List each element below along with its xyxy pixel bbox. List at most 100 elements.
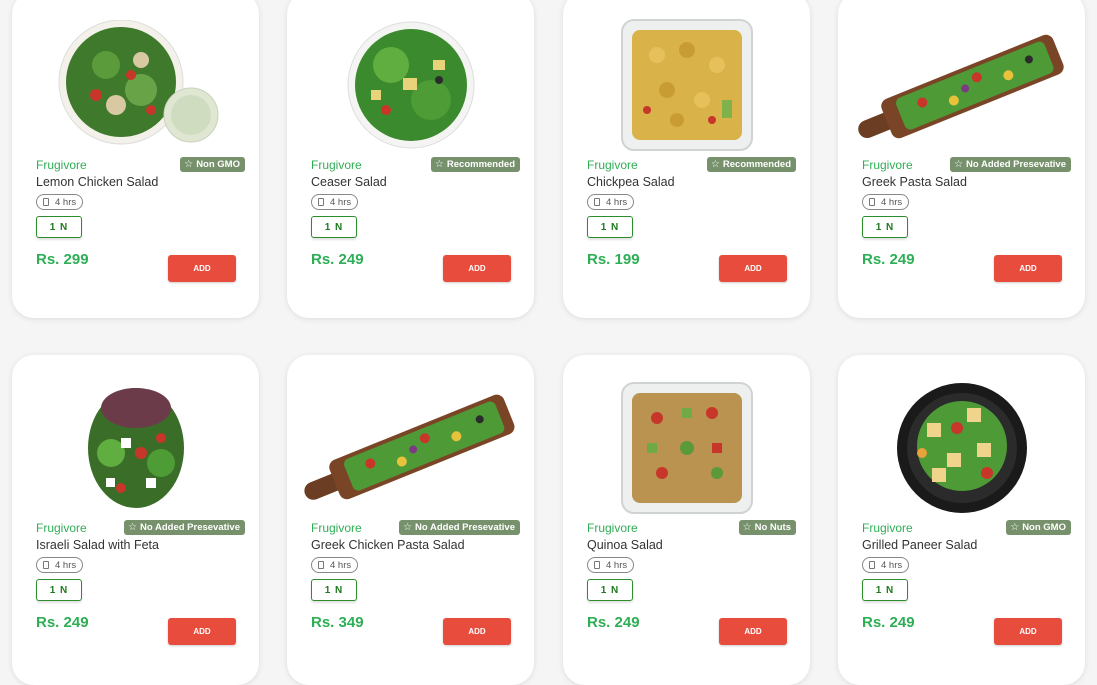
product-image[interactable] — [287, 12, 534, 157]
product-image[interactable] — [563, 12, 810, 157]
product-image[interactable] — [287, 383, 534, 528]
add-button[interactable]: ADD — [168, 618, 236, 645]
product-price: Rs. 299 — [36, 251, 89, 268]
delivery-time: 4 hrs — [587, 557, 635, 573]
badge-star-icon: ☆ — [434, 158, 444, 170]
product-card[interactable]: Frugivore ☆ No Added Presevative Greek Ch… — [287, 355, 534, 685]
product-badge: ☆ Recommended — [430, 157, 520, 172]
product-image[interactable] — [838, 375, 1085, 520]
delivery-time-label: 4 hrs — [55, 559, 77, 571]
badge-star-icon: ☆ — [403, 521, 413, 533]
product-name[interactable]: Greek Pasta Salad — [862, 175, 967, 189]
add-button[interactable]: ADD — [443, 255, 511, 282]
product-badge: ☆ Recommended — [706, 157, 796, 172]
delivery-time-label: 4 hrs — [55, 196, 77, 208]
product-name[interactable]: Ceaser Salad — [311, 175, 387, 189]
badge-star-icon: ☆ — [954, 158, 964, 170]
delivery-time: 4 hrs — [311, 194, 359, 210]
product-price: Rs. 249 — [311, 251, 364, 268]
delivery-time: 4 hrs — [311, 557, 359, 573]
product-image[interactable] — [563, 375, 810, 520]
delivery-time-label: 4 hrs — [881, 196, 903, 208]
badge-star-icon: ☆ — [710, 158, 720, 170]
product-card[interactable]: Frugivore ☆ Recommended Chickpea Salad 4 … — [563, 0, 810, 318]
product-badge: ☆ Non GMO — [1006, 520, 1071, 535]
badge-star-icon: ☆ — [1010, 521, 1020, 533]
brand-label: Frugivore — [36, 521, 87, 535]
brand-label: Frugivore — [311, 521, 362, 535]
product-badge: ☆ No Added Presevative — [399, 520, 520, 535]
product-name[interactable]: Grilled Paneer Salad — [862, 538, 977, 552]
product-card[interactable]: Frugivore ☆ No Added Presevative Israeli … — [12, 355, 259, 685]
badge-star-icon: ☆ — [742, 521, 752, 533]
product-card[interactable]: Frugivore ☆ Recommended Ceaser Salad 4 hr… — [287, 0, 534, 318]
product-image[interactable] — [838, 22, 1085, 167]
product-name[interactable]: Chickpea Salad — [587, 175, 675, 189]
quantity-select[interactable]: 1 N — [311, 579, 357, 601]
product-card[interactable]: Frugivore ☆ Non GMO Grilled Paneer Salad … — [838, 355, 1085, 685]
product-card[interactable]: Frugivore ☆ No Nuts Quinoa Salad 4 hrs 1 … — [563, 355, 810, 685]
product-image[interactable] — [12, 12, 259, 157]
add-button[interactable]: ADD — [719, 618, 787, 645]
badge-label: No Nuts — [754, 522, 791, 533]
brand-label: Frugivore — [36, 158, 87, 172]
clock-icon — [43, 198, 49, 206]
delivery-time-label: 4 hrs — [606, 559, 628, 571]
delivery-time-label: 4 hrs — [881, 559, 903, 571]
clock-icon — [318, 198, 324, 206]
delivery-time: 4 hrs — [36, 557, 84, 573]
badge-star-icon: ☆ — [184, 158, 194, 170]
add-button[interactable]: ADD — [443, 618, 511, 645]
clock-icon — [594, 198, 600, 206]
clock-icon — [869, 561, 875, 569]
product-price: Rs. 249 — [862, 614, 915, 631]
product-price: Rs. 249 — [587, 614, 640, 631]
product-card[interactable]: Frugivore ☆ No Added Presevative Greek Pa… — [838, 0, 1085, 318]
badge-star-icon: ☆ — [128, 521, 138, 533]
delivery-time: 4 hrs — [862, 557, 910, 573]
brand-label: Frugivore — [587, 158, 638, 172]
quantity-select[interactable]: 1 N — [587, 579, 633, 601]
product-badge: ☆ No Nuts — [738, 520, 796, 535]
brand-label: Frugivore — [587, 521, 638, 535]
quantity-select[interactable]: 1 N — [36, 216, 82, 238]
product-name[interactable]: Israeli Salad with Feta — [36, 538, 159, 552]
clock-icon — [869, 198, 875, 206]
clock-icon — [43, 561, 49, 569]
badge-label: No Added Presevative — [966, 159, 1066, 170]
quantity-select[interactable]: 1 N — [862, 216, 908, 238]
add-button[interactable]: ADD — [719, 255, 787, 282]
badge-label: No Added Presevative — [140, 522, 240, 533]
delivery-time-label: 4 hrs — [330, 559, 352, 571]
product-name[interactable]: Greek Chicken Pasta Salad — [311, 538, 465, 552]
add-button[interactable]: ADD — [994, 618, 1062, 645]
delivery-time: 4 hrs — [862, 194, 910, 210]
badge-label: Recommended — [722, 159, 791, 170]
quantity-select[interactable]: 1 N — [311, 216, 357, 238]
delivery-time: 4 hrs — [587, 194, 635, 210]
clock-icon — [594, 561, 600, 569]
quantity-select[interactable]: 1 N — [36, 579, 82, 601]
product-badge: ☆ Non GMO — [180, 157, 245, 172]
add-button[interactable]: ADD — [168, 255, 236, 282]
delivery-time: 4 hrs — [36, 194, 84, 210]
brand-label: Frugivore — [862, 521, 913, 535]
product-image[interactable] — [12, 375, 259, 520]
add-button[interactable]: ADD — [994, 255, 1062, 282]
product-price: Rs. 249 — [862, 251, 915, 268]
product-card[interactable]: Frugivore ☆ Non GMO Lemon Chicken Salad 4… — [12, 0, 259, 318]
product-price: Rs. 349 — [311, 614, 364, 631]
product-price: Rs. 249 — [36, 614, 89, 631]
badge-label: No Added Presevative — [415, 522, 515, 533]
badge-label: Non GMO — [1022, 522, 1066, 533]
clock-icon — [318, 561, 324, 569]
quantity-select[interactable]: 1 N — [862, 579, 908, 601]
product-badge: ☆ No Added Presevative — [124, 520, 245, 535]
quantity-select[interactable]: 1 N — [587, 216, 633, 238]
product-name[interactable]: Lemon Chicken Salad — [36, 175, 158, 189]
delivery-time-label: 4 hrs — [606, 196, 628, 208]
delivery-time-label: 4 hrs — [330, 196, 352, 208]
product-name[interactable]: Quinoa Salad — [587, 538, 663, 552]
brand-label: Frugivore — [311, 158, 362, 172]
brand-label: Frugivore — [862, 158, 913, 172]
